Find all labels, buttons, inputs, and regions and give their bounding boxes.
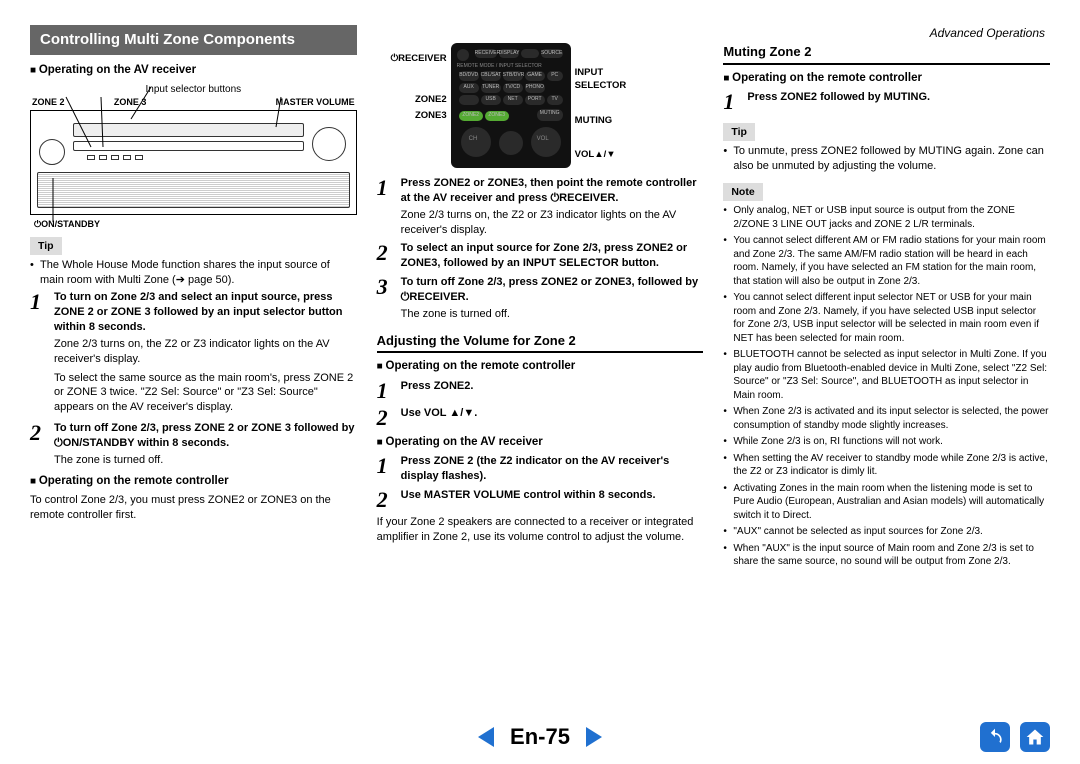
col1-note-a: To select the same source as the main ro…	[54, 371, 357, 416]
title-bar: Controlling Multi Zone Components	[30, 25, 357, 55]
col3-note-item: You cannot select different AM or FM rad…	[723, 234, 1050, 288]
col2-step-c1: 1 Press ZONE 2 (the Z2 indicator on the …	[377, 454, 704, 484]
prev-page-icon[interactable]	[478, 727, 494, 747]
col2-heading-av: Operating on the AV receiver	[377, 435, 704, 451]
col3-note-item: "AUX" cannot be selected as input source…	[723, 525, 1050, 539]
col2-step-3: 3 To turn off Zone 2/3, press ZONE2 or Z…	[377, 275, 704, 322]
col1-remote-text: To control Zone 2/3, you must press ZONE…	[30, 493, 357, 523]
col3-note-item: BLUETOOTH cannot be selected as input se…	[723, 348, 1050, 402]
col2-step-c2: 2 Use MASTER VOLUME control within 8 sec…	[377, 488, 704, 511]
col1-heading-remote: Operating on the remote controller	[30, 474, 357, 490]
col3-note-item: You cannot select different input select…	[723, 291, 1050, 345]
header-section: Advanced Operations	[930, 25, 1045, 41]
col3-note-item: Only analog, NET or USB input source is …	[723, 204, 1050, 231]
column-3: Muting Zone 2 Operating on the remote co…	[723, 25, 1050, 572]
col1-tip-item: The Whole House Mode function shares the…	[30, 258, 357, 288]
column-2: ⏻RECEIVER ZONE2 ZONE3 RECEIVER DISPLAY S…	[377, 25, 704, 572]
col3-tip-list: To unmute, press ZONE2 followed by MUTIN…	[723, 144, 1050, 174]
col3-step-1: 1 Press ZONE2 followed by MUTING.	[723, 90, 1050, 113]
page-number: En-75	[510, 722, 570, 752]
col1-step-2: 2 To turn off Zone 2/3, press ZONE 2 or …	[30, 421, 357, 468]
col3-heading-remote: Operating on the remote controller	[723, 71, 1050, 87]
col3-note-item: When setting the AV receiver to standby …	[723, 452, 1050, 479]
col1-tip-label: Tip	[30, 237, 62, 255]
col3-note-list: Only analog, NET or USB input source is …	[723, 204, 1050, 569]
col2-tail: If your Zone 2 speakers are connected to…	[377, 515, 704, 545]
page-columns: Controlling Multi Zone Components Operat…	[0, 0, 1080, 572]
remote-label-receiver: ⏻RECEIVER	[391, 53, 447, 66]
col3-tip-label: Tip	[723, 123, 755, 141]
col3-note-item: When Zone 2/3 is activated and its input…	[723, 405, 1050, 432]
remote-label-vol: VOL▲/▼	[575, 149, 616, 162]
remote-label-zone3: ZONE3	[415, 110, 447, 123]
home-icon[interactable]	[1020, 722, 1050, 752]
col3-note-item: When "AUX" is the input source of Main r…	[723, 542, 1050, 569]
receiver-diagram	[30, 110, 357, 215]
col3-tip-item: To unmute, press ZONE2 followed by MUTIN…	[723, 144, 1050, 174]
col3-note-label: Note	[723, 183, 762, 201]
col2-step-b2: 2 Use VOL ▲/▼.	[377, 406, 704, 429]
back-icon[interactable]	[980, 722, 1010, 752]
remote-label-zone2: ZONE2	[415, 94, 447, 107]
receiver-caption: Input selector buttons	[30, 83, 357, 97]
footer: En-75	[0, 709, 1080, 764]
remote-diagram: ⏻RECEIVER ZONE2 ZONE3 RECEIVER DISPLAY S…	[377, 43, 704, 168]
col2-step-2: 2 To select an input source for Zone 2/3…	[377, 241, 704, 271]
col1-heading-av: Operating on the AV receiver	[30, 63, 357, 79]
remote-label-muting: MUTING	[575, 115, 612, 128]
remote-label-input: INPUT SELECTOR	[575, 67, 627, 93]
col3-note-item: While Zone 2/3 is on, RI functions will …	[723, 435, 1050, 449]
col2-heading-adjust: Adjusting the Volume for Zone 2	[377, 332, 704, 354]
column-1: Controlling Multi Zone Components Operat…	[30, 25, 357, 572]
col3-heading-mute: Muting Zone 2	[723, 43, 1050, 65]
col2-heading-remote: Operating on the remote controller	[377, 359, 704, 375]
col1-tip-list: The Whole House Mode function shares the…	[30, 258, 357, 288]
col1-step-1: 1 To turn on Zone 2/3 and select an inpu…	[30, 290, 357, 366]
col3-note-item: Activating Zones in the main room when t…	[723, 482, 1050, 523]
next-page-icon[interactable]	[586, 727, 602, 747]
col2-step-1: 1 Press ZONE2 or ZONE3, then point the r…	[377, 176, 704, 237]
col2-step-b1: 1 Press ZONE2.	[377, 379, 704, 402]
